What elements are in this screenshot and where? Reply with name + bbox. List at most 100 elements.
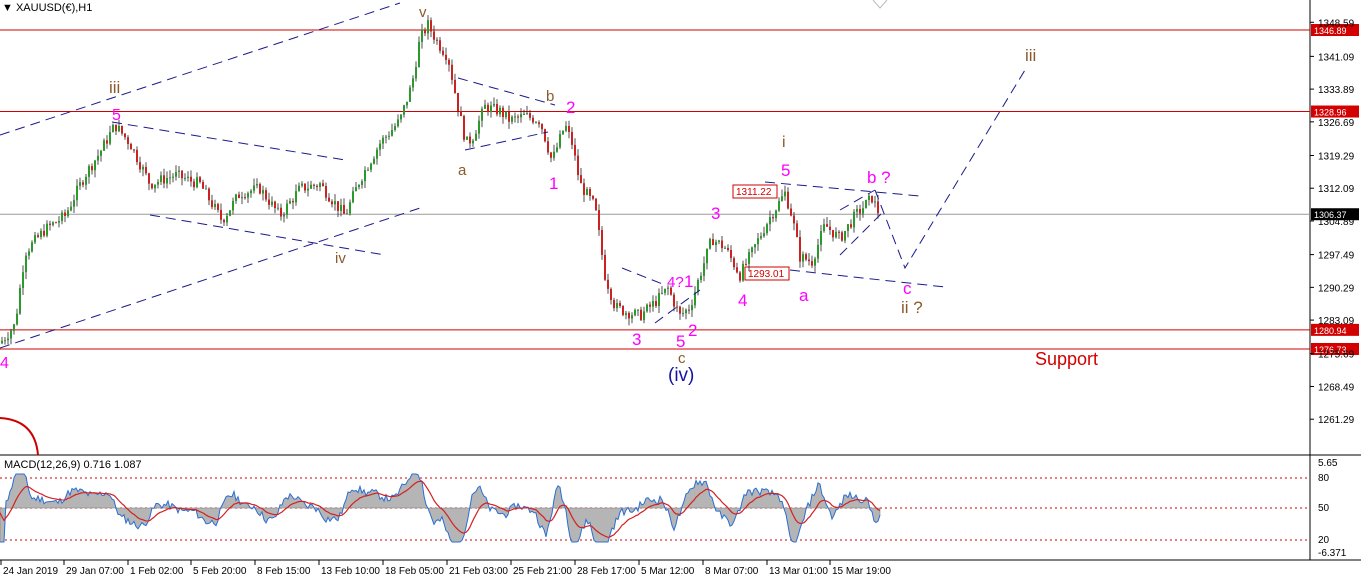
candle-body (103, 140, 105, 151)
candle-body (409, 87, 411, 102)
candle-body (178, 170, 180, 172)
candle-body (613, 299, 615, 309)
time-axis: 24 Jan 2019 29 Jan 07:00 1 Feb 02:00 5 Feb … (0, 560, 891, 577)
candle-body (676, 306, 678, 308)
candle-body (589, 188, 591, 196)
price-tag-text: 1311.22 (736, 187, 772, 198)
candle-body (739, 272, 741, 281)
candle-body (127, 137, 129, 144)
candle-body (643, 311, 645, 321)
candle-body (574, 144, 576, 156)
candle-body (475, 133, 477, 141)
candle-body (787, 191, 789, 209)
support-label: Support (1035, 349, 1099, 369)
symbol-title[interactable]: ▼ XAUUSD(€),H1 (2, 2, 92, 14)
price-chart[interactable]: 1346.891328.961306.371280.941276.731311.… (0, 0, 1361, 583)
candle-body (715, 241, 717, 246)
candle-body (235, 194, 237, 201)
candle-body (136, 149, 138, 163)
candle-body (292, 200, 294, 203)
candle-body (277, 207, 279, 209)
wave-label: b (546, 88, 554, 105)
candle-body (298, 185, 300, 192)
candle-body (772, 217, 774, 219)
candle-body (502, 107, 504, 118)
candle-body (70, 206, 72, 211)
candle-body (763, 233, 765, 237)
candle-body (439, 40, 441, 51)
candle-body (679, 306, 681, 314)
candle-body (394, 126, 396, 130)
candle-body (853, 211, 855, 228)
candle-body (349, 202, 351, 214)
candle-body (205, 188, 207, 190)
x-tick-label: 15 Mar 19:00 (832, 566, 891, 577)
wave-label: a (458, 162, 467, 179)
candle-body (541, 124, 543, 130)
candle-body (388, 135, 390, 137)
candle-body (493, 103, 495, 106)
candle-body (280, 207, 282, 217)
candle-body (418, 41, 420, 68)
candle-body (130, 143, 132, 150)
wave-label: 4? (667, 274, 684, 291)
candle-body (454, 79, 456, 94)
candle-body (499, 107, 501, 115)
candle-body (586, 188, 588, 195)
wave-label: i (782, 134, 786, 151)
candle-body (436, 39, 438, 41)
candle-body (58, 221, 60, 223)
candle-body (310, 184, 312, 189)
macd-axis-label: 5.65 (1318, 458, 1338, 469)
candle-body (442, 50, 444, 55)
wave-labels: iii5ivvab2134? 152c(iv)34i5ab ?cii ?iii4 (0, 4, 1036, 386)
candle-body (352, 191, 354, 203)
y-tick-label: 1304.89 (1318, 217, 1355, 228)
x-tick-label: 13 Feb 10:00 (321, 566, 380, 577)
candle-body (526, 113, 528, 115)
candle-body (559, 134, 561, 148)
candle-body (97, 155, 99, 161)
wave-label: c (903, 279, 912, 298)
candle-body (301, 183, 303, 186)
candle-body (391, 129, 393, 136)
candle-body (823, 224, 825, 232)
candle-body (577, 155, 579, 176)
candle-body (88, 166, 90, 177)
candle-body (802, 254, 804, 262)
channel-line (839, 209, 886, 256)
candle-body (562, 130, 564, 135)
candle-body (154, 184, 156, 189)
candle-body (649, 304, 651, 307)
triangle-down-icon[interactable]: ▼ (2, 2, 13, 14)
candle-body (202, 181, 204, 189)
candle-body (778, 200, 780, 211)
candle-body (709, 239, 711, 249)
candle-body (706, 248, 708, 264)
wave-label: 4 (738, 291, 747, 310)
candle-body (241, 197, 243, 199)
candle-body (754, 244, 756, 248)
candle-body (508, 111, 510, 122)
candle-body (379, 143, 381, 150)
candle-body (568, 125, 570, 132)
candle-body (817, 244, 819, 259)
candle-body (376, 149, 378, 159)
x-tick-label: 28 Feb 17:00 (577, 566, 636, 577)
candle-body (604, 254, 606, 280)
candle-body (106, 140, 108, 144)
candle-body (808, 259, 810, 262)
candle-body (112, 124, 114, 133)
candle-body (487, 104, 489, 113)
candle-body (79, 182, 81, 186)
candle-body (145, 166, 147, 174)
candle-body (673, 294, 675, 307)
symbol-label: XAUUSD(€),H1 (15, 2, 93, 14)
candle-body (517, 116, 519, 118)
candle-body (37, 235, 39, 237)
candle-body (565, 125, 567, 131)
candle-body (424, 29, 426, 34)
wave-label: 5 (781, 161, 790, 180)
candle-body (193, 181, 195, 188)
candle-body (115, 124, 117, 132)
